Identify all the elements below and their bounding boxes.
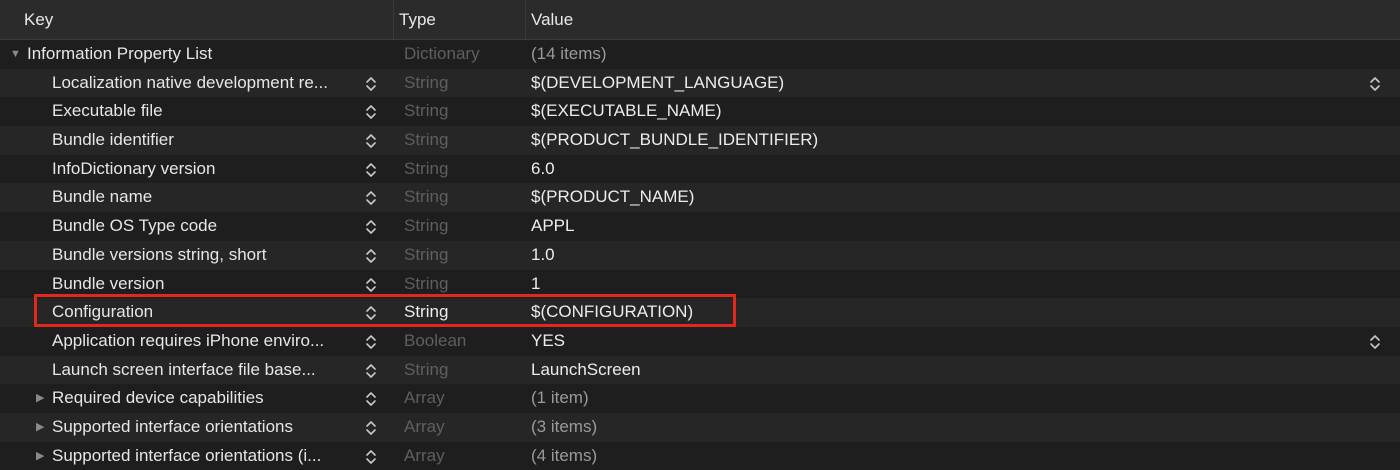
- row-key[interactable]: InfoDictionary version: [52, 155, 215, 184]
- property-row[interactable]: Bundle version String 1: [0, 270, 1400, 299]
- row-key[interactable]: Supported interface orientations: [52, 413, 293, 442]
- column-header-key[interactable]: Key: [24, 0, 53, 40]
- value-popup-icon[interactable]: [1368, 334, 1382, 350]
- row-key[interactable]: Bundle versions string, short: [52, 241, 267, 270]
- disclosure-triangle-right-icon[interactable]: ▶: [36, 384, 44, 413]
- row-value[interactable]: APPL: [531, 212, 574, 241]
- key-stepper-icon[interactable]: [364, 334, 378, 350]
- key-stepper-icon[interactable]: [364, 162, 378, 178]
- row-type[interactable]: Boolean: [404, 327, 466, 356]
- row-key[interactable]: Bundle identifier: [52, 126, 174, 155]
- column-divider[interactable]: [525, 0, 526, 40]
- row-value: (14 items): [531, 44, 607, 63]
- row-value: (4 items): [531, 445, 598, 465]
- row-key[interactable]: Launch screen interface file base...: [52, 356, 316, 385]
- row-value[interactable]: LaunchScreen: [531, 356, 641, 385]
- row-type[interactable]: String: [404, 270, 448, 299]
- row-value[interactable]: $(PRODUCT_NAME): [531, 183, 694, 212]
- column-header-bar: Key Type Value: [0, 0, 1400, 40]
- key-stepper-icon[interactable]: [364, 305, 378, 321]
- disclosure-triangle-down-icon[interactable]: ▼: [10, 40, 21, 69]
- row-type[interactable]: Array: [404, 442, 445, 470]
- disclosure-triangle-right-icon[interactable]: ▶: [36, 442, 44, 470]
- key-stepper-icon[interactable]: [364, 76, 378, 92]
- property-row[interactable]: Bundle versions string, short String 1.0: [0, 240, 1400, 270]
- row-value[interactable]: $(EXECUTABLE_NAME): [531, 97, 722, 126]
- disclosure-triangle-right-icon[interactable]: ▶: [36, 413, 44, 442]
- column-header-type[interactable]: Type: [399, 0, 436, 40]
- row-type[interactable]: String: [404, 241, 448, 270]
- value-popup-icon[interactable]: [1368, 76, 1382, 92]
- key-stepper-icon[interactable]: [364, 248, 378, 264]
- key-stepper-icon[interactable]: [364, 133, 378, 149]
- row-key[interactable]: Supported interface orientations (i...: [52, 442, 321, 470]
- row-type[interactable]: String: [404, 155, 448, 184]
- row-value[interactable]: $(PRODUCT_BUNDLE_IDENTIFIER): [531, 126, 818, 155]
- row-value[interactable]: 1.0: [531, 241, 555, 270]
- row-value: (1 item): [531, 388, 589, 408]
- property-row[interactable]: ▶ Required device capabilities Array (1 ite…: [0, 384, 1400, 413]
- root-row[interactable]: ▼ Information Property List Dictionary (14 …: [0, 40, 1400, 69]
- property-row[interactable]: Executable file String $(EXECUTABLE_NAME): [0, 97, 1400, 126]
- row-type[interactable]: String: [404, 69, 448, 98]
- row-key[interactable]: Bundle name: [52, 183, 152, 212]
- key-stepper-icon[interactable]: [364, 277, 378, 293]
- property-row[interactable]: Localization native development re... Str…: [0, 68, 1400, 98]
- property-row[interactable]: Application requires iPhone enviro... Boo…: [0, 327, 1400, 356]
- key-stepper-icon[interactable]: [364, 190, 378, 206]
- row-value[interactable]: 6.0: [531, 155, 555, 184]
- row-type[interactable]: String: [404, 97, 448, 126]
- row-type[interactable]: String: [404, 298, 448, 327]
- key-stepper-icon[interactable]: [364, 219, 378, 235]
- row-value[interactable]: YES: [531, 327, 565, 356]
- key-stepper-icon[interactable]: [364, 420, 378, 436]
- row-value[interactable]: $(DEVELOPMENT_LANGUAGE): [531, 69, 784, 98]
- row-key[interactable]: Information Property List: [27, 40, 212, 69]
- property-row[interactable]: ▶ Supported interface orientations (i... A…: [0, 442, 1400, 470]
- property-row[interactable]: Configuration String $(CONFIGURATION): [0, 298, 1400, 327]
- property-row[interactable]: Bundle identifier String $(PRODUCT_BUNDLE_…: [0, 126, 1400, 155]
- property-list-rows: ▼ Information Property List Dictionary (14 …: [0, 40, 1400, 470]
- row-key[interactable]: Required device capabilities: [52, 384, 264, 413]
- row-type[interactable]: String: [404, 356, 448, 385]
- row-type: Dictionary: [404, 44, 480, 63]
- property-row[interactable]: InfoDictionary version String 6.0: [0, 155, 1400, 184]
- column-divider[interactable]: [393, 0, 394, 40]
- row-key[interactable]: Configuration: [52, 298, 153, 327]
- row-value[interactable]: $(CONFIGURATION): [531, 298, 693, 327]
- row-key[interactable]: Executable file: [52, 97, 163, 126]
- row-key[interactable]: Bundle version: [52, 270, 164, 299]
- key-stepper-icon[interactable]: [364, 104, 378, 120]
- key-stepper-icon[interactable]: [364, 363, 378, 379]
- property-row[interactable]: Bundle OS Type code String APPL: [0, 212, 1400, 241]
- row-type[interactable]: Array: [404, 384, 445, 413]
- row-value: (3 items): [531, 416, 598, 436]
- row-type[interactable]: String: [404, 183, 448, 212]
- property-row[interactable]: ▶ Supported interface orientations Array (3…: [0, 412, 1400, 442]
- row-key[interactable]: Application requires iPhone enviro...: [52, 327, 324, 356]
- row-type[interactable]: String: [404, 126, 448, 155]
- property-row[interactable]: Launch screen interface file base... Stri…: [0, 355, 1400, 385]
- row-key[interactable]: Bundle OS Type code: [52, 212, 217, 241]
- row-key[interactable]: Localization native development re...: [52, 69, 328, 98]
- key-stepper-icon[interactable]: [364, 449, 378, 465]
- row-value[interactable]: 1: [531, 270, 540, 299]
- column-header-value[interactable]: Value: [531, 0, 573, 40]
- key-stepper-icon[interactable]: [364, 391, 378, 407]
- row-type[interactable]: Array: [404, 413, 445, 442]
- row-type[interactable]: String: [404, 212, 448, 241]
- property-row[interactable]: Bundle name String $(PRODUCT_NAME): [0, 183, 1400, 213]
